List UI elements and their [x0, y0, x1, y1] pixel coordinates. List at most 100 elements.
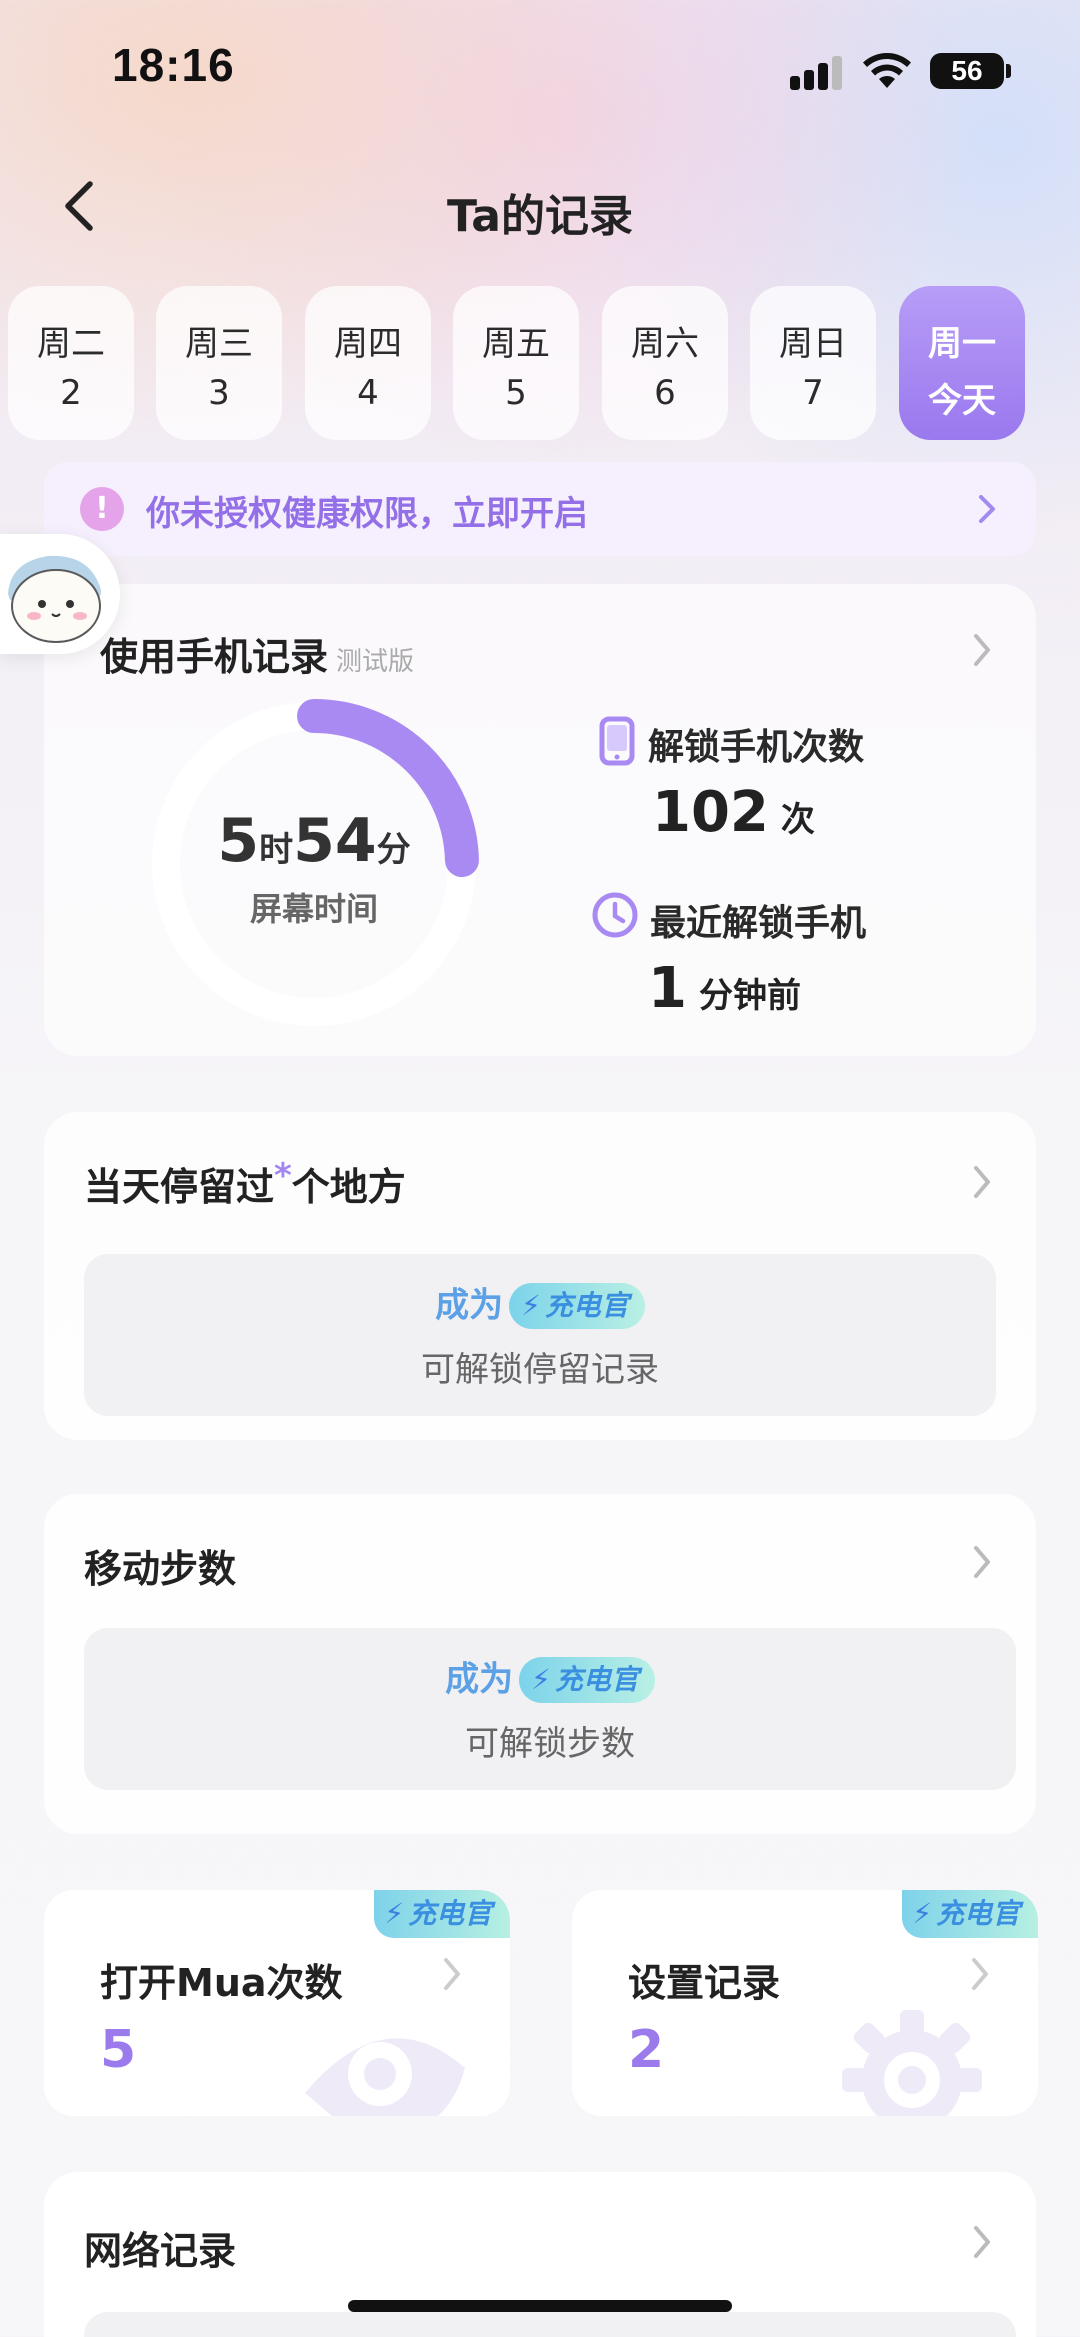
- battery-tip: [1006, 64, 1011, 78]
- places-title-prefix: 当天停留过: [84, 1165, 275, 1209]
- minutes-unit: 分: [376, 830, 411, 870]
- steps-card[interactable]: 移动步数 成为 ⚡ 充电官 可解锁步数: [44, 1494, 1036, 1834]
- unlock-count-label: 解锁手机次数: [648, 727, 865, 768]
- screen-time-label: 屏幕时间: [249, 890, 378, 928]
- vip-badge-label: 充电官: [407, 1897, 492, 1930]
- day-date-label: 今天: [928, 381, 996, 421]
- places-title: 当天停留过*个地方: [84, 1156, 406, 1211]
- day-tab-sun[interactable]: 周日 7: [750, 286, 876, 440]
- network-title: 网络记录: [84, 2229, 237, 2273]
- warning-icon: !: [80, 487, 124, 531]
- phone-usage-card[interactable]: 使用手机记录 测试版 5时54分 屏幕时间 解锁手机次数 102 次 最近解锁手机 …: [44, 584, 1036, 1056]
- vip-prompt: 成为 ⚡ 充电官: [84, 1654, 1016, 1704]
- last-unlock: 1 分钟前: [648, 956, 801, 1021]
- vip-badge: ⚡ 充电官: [902, 1890, 1038, 1938]
- unlock-hint: 可解锁步数: [465, 1724, 635, 1764]
- vip-badge[interactable]: ⚡ 充电官: [519, 1656, 655, 1703]
- vip-badge-label: 充电官: [935, 1897, 1020, 1930]
- become-text: 成为: [445, 1659, 514, 1700]
- unlock-hint: 可解锁停留记录: [421, 1350, 659, 1390]
- places-card[interactable]: 当天停留过*个地方 成为 ⚡ 充电官 可解锁停留记录: [44, 1112, 1036, 1440]
- hidden-count-star: *: [274, 1156, 292, 1196]
- screen-time-value: 5时54分: [144, 806, 484, 876]
- day-tab-thu[interactable]: 周四 4: [305, 286, 431, 440]
- chevron-right-icon: [972, 1958, 988, 1990]
- chevron-right-icon: [974, 634, 990, 666]
- chevron-right-icon: [974, 2226, 990, 2258]
- lightning-icon: ⚡: [521, 1288, 541, 1322]
- screen-time-readout: 5时54分 屏幕时间: [144, 806, 484, 930]
- clock-icon: [592, 892, 638, 938]
- chevron-right-icon: [974, 1546, 990, 1578]
- places-title-suffix: 个地方: [291, 1165, 406, 1209]
- battery-icon: 56: [930, 53, 1004, 89]
- chevron-right-icon: [444, 1958, 460, 1990]
- day-tab-wed[interactable]: 周三 3: [156, 286, 282, 440]
- day-date-label: 7: [802, 373, 824, 413]
- day-date-label: 3: [208, 373, 230, 413]
- vip-badge[interactable]: ⚡ 充电官: [509, 1282, 645, 1329]
- health-permission-banner[interactable]: ! 你未授权健康权限，立即开启: [44, 462, 1036, 556]
- day-week-label: 周三: [185, 324, 253, 364]
- network-card[interactable]: 网络记录: [44, 2172, 1036, 2337]
- cellular-signal-icon: [790, 54, 842, 90]
- settings-record-count: 2: [628, 2020, 665, 2080]
- lightning-icon: ⚡: [531, 1662, 551, 1696]
- network-locked-box: [84, 2312, 1016, 2337]
- day-tab-today[interactable]: 周一 今天: [899, 286, 1025, 440]
- unlock-count-value: 102: [652, 780, 769, 845]
- day-date-label: 6: [654, 373, 676, 413]
- vip-prompt: 成为 ⚡ 充电官: [84, 1280, 996, 1330]
- last-unlock-value: 1: [648, 956, 687, 1021]
- chevron-right-icon: [979, 495, 995, 523]
- phone-icon: [599, 716, 635, 766]
- day-date-label: 5: [505, 373, 527, 413]
- day-tab-tue[interactable]: 周二 2: [8, 286, 134, 440]
- day-date-label: 2: [60, 373, 82, 413]
- become-text: 成为: [435, 1285, 504, 1326]
- settings-record-title: 设置记录: [628, 1961, 781, 2005]
- steps-locked-box[interactable]: 成为 ⚡ 充电官 可解锁步数: [84, 1628, 1016, 1790]
- status-time: 18:16: [112, 39, 235, 91]
- permission-banner-text: 你未授权健康权限，立即开启: [146, 494, 588, 534]
- lightning-icon: ⚡: [912, 1897, 932, 1930]
- day-week-label: 周四: [334, 324, 402, 364]
- vip-badge-label: 充电官: [544, 1288, 629, 1322]
- screen-time-hours: 5: [217, 806, 260, 876]
- day-week-label: 周一: [928, 324, 996, 364]
- screen-time-minutes: 54: [293, 806, 377, 876]
- day-week-label: 周二: [37, 324, 105, 364]
- day-tab-sat[interactable]: 周六 6: [602, 286, 728, 440]
- day-tab-fri[interactable]: 周五 5: [453, 286, 579, 440]
- day-date-label: 4: [357, 373, 379, 413]
- phone-usage-title: 使用手机记录: [100, 635, 329, 679]
- day-week-label: 周日: [779, 324, 847, 364]
- last-unlock-label: 最近解锁手机: [650, 903, 867, 944]
- places-locked-box[interactable]: 成为 ⚡ 充电官 可解锁停留记录: [84, 1254, 996, 1416]
- day-selector: 周二 2 周三 3 周四 4 周五 5 周六 6 周日 7 周一 今天: [8, 286, 1080, 440]
- steps-title: 移动步数: [84, 1547, 237, 1591]
- gear-icon: [842, 2010, 982, 2116]
- settings-record-card[interactable]: ⚡ 充电官 设置记录 2: [572, 1890, 1038, 2116]
- open-mua-card[interactable]: ⚡ 充电官 打开Mua次数 5: [44, 1890, 510, 2116]
- unlock-count: 102 次: [652, 780, 815, 845]
- vip-badge: ⚡ 充电官: [374, 1890, 510, 1938]
- unlock-count-unit: 次: [780, 800, 815, 840]
- page-title: Ta的记录: [446, 191, 634, 242]
- last-unlock-unit: 分钟前: [698, 976, 801, 1016]
- card-title: 使用手机记录 测试版: [100, 626, 414, 681]
- hours-unit: 时: [259, 830, 294, 870]
- wifi-icon: [863, 52, 911, 88]
- mascot-avatar[interactable]: [0, 534, 120, 654]
- eye-icon: [305, 2038, 465, 2116]
- open-mua-count: 5: [100, 2020, 137, 2080]
- open-mua-title: 打开Mua次数: [100, 1961, 343, 2005]
- day-week-label: 周五: [482, 324, 550, 364]
- vip-badge-label: 充电官: [554, 1662, 639, 1696]
- day-week-label: 周六: [631, 324, 699, 364]
- home-indicator: [348, 2300, 732, 2312]
- lightning-icon: ⚡: [384, 1897, 404, 1930]
- status-bar: 18:16 56: [0, 0, 1080, 140]
- beta-tag: 测试版: [336, 647, 415, 677]
- chevron-right-icon: [974, 1166, 990, 1198]
